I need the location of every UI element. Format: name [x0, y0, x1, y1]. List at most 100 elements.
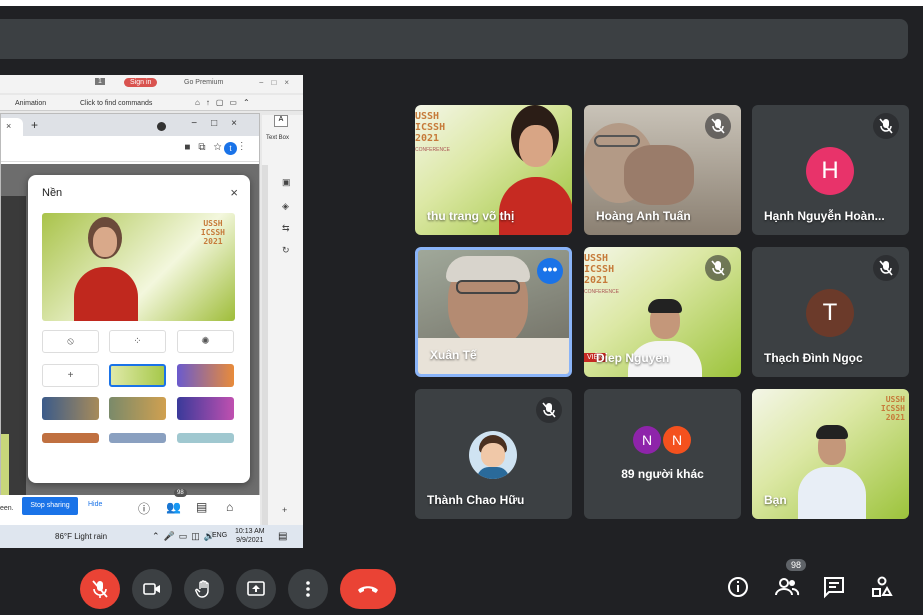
hand-icon	[195, 580, 209, 598]
top-edge	[0, 0, 923, 6]
people-icon[interactable]: 👥	[166, 500, 181, 514]
background-preview: USSH ICSSH 2021	[42, 213, 235, 321]
side-tool-icon[interactable]: ⇆	[282, 223, 290, 234]
stop-sharing-button[interactable]: Stop sharing	[22, 497, 78, 515]
muted-icon	[705, 255, 731, 281]
self-tile[interactable]: USSH ICSSH 2021 Bạn	[752, 389, 909, 519]
background-thumb[interactable]	[109, 397, 166, 420]
add-icon[interactable]: +	[282, 505, 287, 515]
info-icon[interactable]: ⓘ	[138, 500, 150, 517]
meeting-title-bar	[0, 19, 908, 59]
scrollbar[interactable]	[262, 165, 268, 525]
camera-toggle-button[interactable]	[132, 569, 172, 609]
add-background-option[interactable]: +	[42, 364, 99, 387]
background-thumb[interactable]	[109, 364, 166, 387]
participant-tile[interactable]: USSH ICSSH 2021 CONFERENCE VIỆN Diep Ngu…	[584, 247, 741, 377]
participant-name: Xuân Tế	[430, 348, 477, 362]
text-box-label: Text Box	[266, 135, 290, 141]
profile-avatar[interactable]: t	[224, 142, 237, 155]
present-icon	[247, 581, 265, 596]
meeting-details-button[interactable]	[726, 575, 750, 604]
side-tool-icon[interactable]: ▣	[282, 177, 291, 188]
more-options-icon[interactable]: •••	[537, 258, 563, 284]
chat-icon[interactable]: ▤	[196, 500, 207, 514]
more-vert-icon	[306, 581, 310, 597]
muted-icon	[873, 113, 899, 139]
shared-screen[interactable]: 1 Sign in Go Premium −□× Animation Click…	[0, 75, 303, 548]
others-tile[interactable]: N N 89 người khác	[584, 389, 741, 519]
find-commands[interactable]: Click to find commands	[80, 100, 152, 107]
info-icon	[728, 577, 748, 597]
present-button[interactable]	[236, 569, 276, 609]
no-effect-option[interactable]: ⦸	[42, 330, 99, 353]
sharing-message: een.	[0, 505, 14, 512]
notification-icon[interactable]: ▤	[278, 531, 287, 542]
people-icon	[775, 578, 800, 596]
preview-person	[70, 215, 140, 321]
window-controls[interactable]: −□×	[259, 78, 297, 87]
ppt-titlebar: 1 Sign in Go Premium −□×	[0, 75, 303, 93]
mic-toggle-button[interactable]	[80, 569, 120, 609]
participant-tile[interactable]: Hoàng Anh Tuấn	[584, 105, 741, 235]
participant-name: Diep Nguyen	[596, 351, 670, 365]
chat-button[interactable]	[822, 575, 846, 604]
animation-tab[interactable]: Animation	[15, 100, 46, 107]
ribbon-tools[interactable]: ⌂↑▢▭⌃	[195, 98, 256, 107]
text-box-icon[interactable]: A	[274, 115, 288, 127]
background-thumb[interactable]	[42, 433, 99, 443]
ppt-right-panel: A Text Box ▣ ◈ ⇆ ↻ +	[262, 115, 303, 535]
raise-hand-button[interactable]	[184, 569, 224, 609]
slight-blur-option[interactable]: ⁘	[109, 330, 166, 353]
muted-icon	[705, 113, 731, 139]
go-premium-link[interactable]: Go Premium	[184, 79, 223, 86]
close-icon[interactable]: ×	[230, 185, 238, 200]
participant-tile[interactable]: H Hạnh Nguyễn Hoàn...	[752, 105, 909, 235]
participant-tile[interactable]: ••• Xuân Tế	[415, 247, 572, 377]
hang-up-icon	[358, 586, 378, 593]
participant-tile[interactable]: Thành Chao Hữu	[415, 389, 572, 519]
avatar: T	[806, 289, 854, 337]
participant-name: Bạn	[764, 493, 787, 507]
ppt-ribbon: Animation Click to find commands ⌂↑▢▭⌃	[0, 95, 303, 111]
sign-in-button[interactable]: Sign in	[124, 78, 158, 87]
participant-tile[interactable]: USSH ICSSH 2021 CONFERENCE thu trang võ …	[415, 105, 572, 235]
participant-tile[interactable]: T Thạch Đình Ngọc	[752, 247, 909, 377]
participant-name: thu trang võ thị	[427, 209, 515, 223]
background-thumb[interactable]	[177, 433, 234, 443]
muted-icon	[873, 255, 899, 281]
side-tool-icon[interactable]: ↻	[282, 245, 290, 256]
record-icon	[157, 122, 166, 131]
browser-tabbar: × + −□×	[1, 114, 259, 136]
participant-name: Hạnh Nguyễn Hoàn...	[764, 209, 885, 223]
camera-icon	[143, 583, 160, 595]
browser-window-controls[interactable]: −□×	[191, 118, 251, 129]
weather-widget[interactable]: 86°F Light rain	[55, 532, 107, 541]
activities-button[interactable]	[870, 575, 894, 604]
new-tab-icon[interactable]: +	[31, 118, 38, 132]
side-tool-icon[interactable]: ◈	[282, 201, 289, 212]
language-indicator[interactable]: ENG	[212, 532, 227, 539]
preview-logo-text: USSH ICSSH 2021	[200, 219, 225, 246]
end-call-button[interactable]	[340, 569, 396, 609]
activities-icon	[872, 576, 893, 597]
windows-taskbar: 86°F Light rain ⌃🎤▭◫🔊 ENG 10:13 AM 9/9/2…	[0, 525, 303, 548]
activities-icon[interactable]: ⌂	[226, 500, 233, 514]
background-dialog: Nền × USSH ICSSH 2021 ⦸ ⁘ ✺ +	[28, 175, 250, 483]
background-thumb[interactable]	[109, 433, 166, 443]
page-number: 1	[95, 78, 105, 85]
system-tray[interactable]: ⌃🎤▭◫🔊	[152, 531, 219, 542]
avatar: N	[663, 426, 691, 454]
muted-icon	[536, 397, 562, 423]
browser-toolbar-icons[interactable]: ■⧉☆ ⋮	[184, 142, 251, 153]
hide-button[interactable]: Hide	[88, 501, 102, 508]
background-thumb[interactable]	[42, 397, 99, 420]
people-button[interactable]	[774, 575, 800, 604]
more-options-button[interactable]	[288, 569, 328, 609]
participant-name: Thành Chao Hữu	[427, 493, 525, 507]
browser-tab[interactable]: ×	[1, 118, 23, 136]
background-thumb[interactable]	[177, 364, 234, 387]
avatar: H	[806, 147, 854, 195]
background-thumb[interactable]	[177, 397, 234, 420]
blur-option[interactable]: ✺	[177, 330, 234, 353]
clock[interactable]: 10:13 AM 9/9/2021	[235, 527, 265, 545]
